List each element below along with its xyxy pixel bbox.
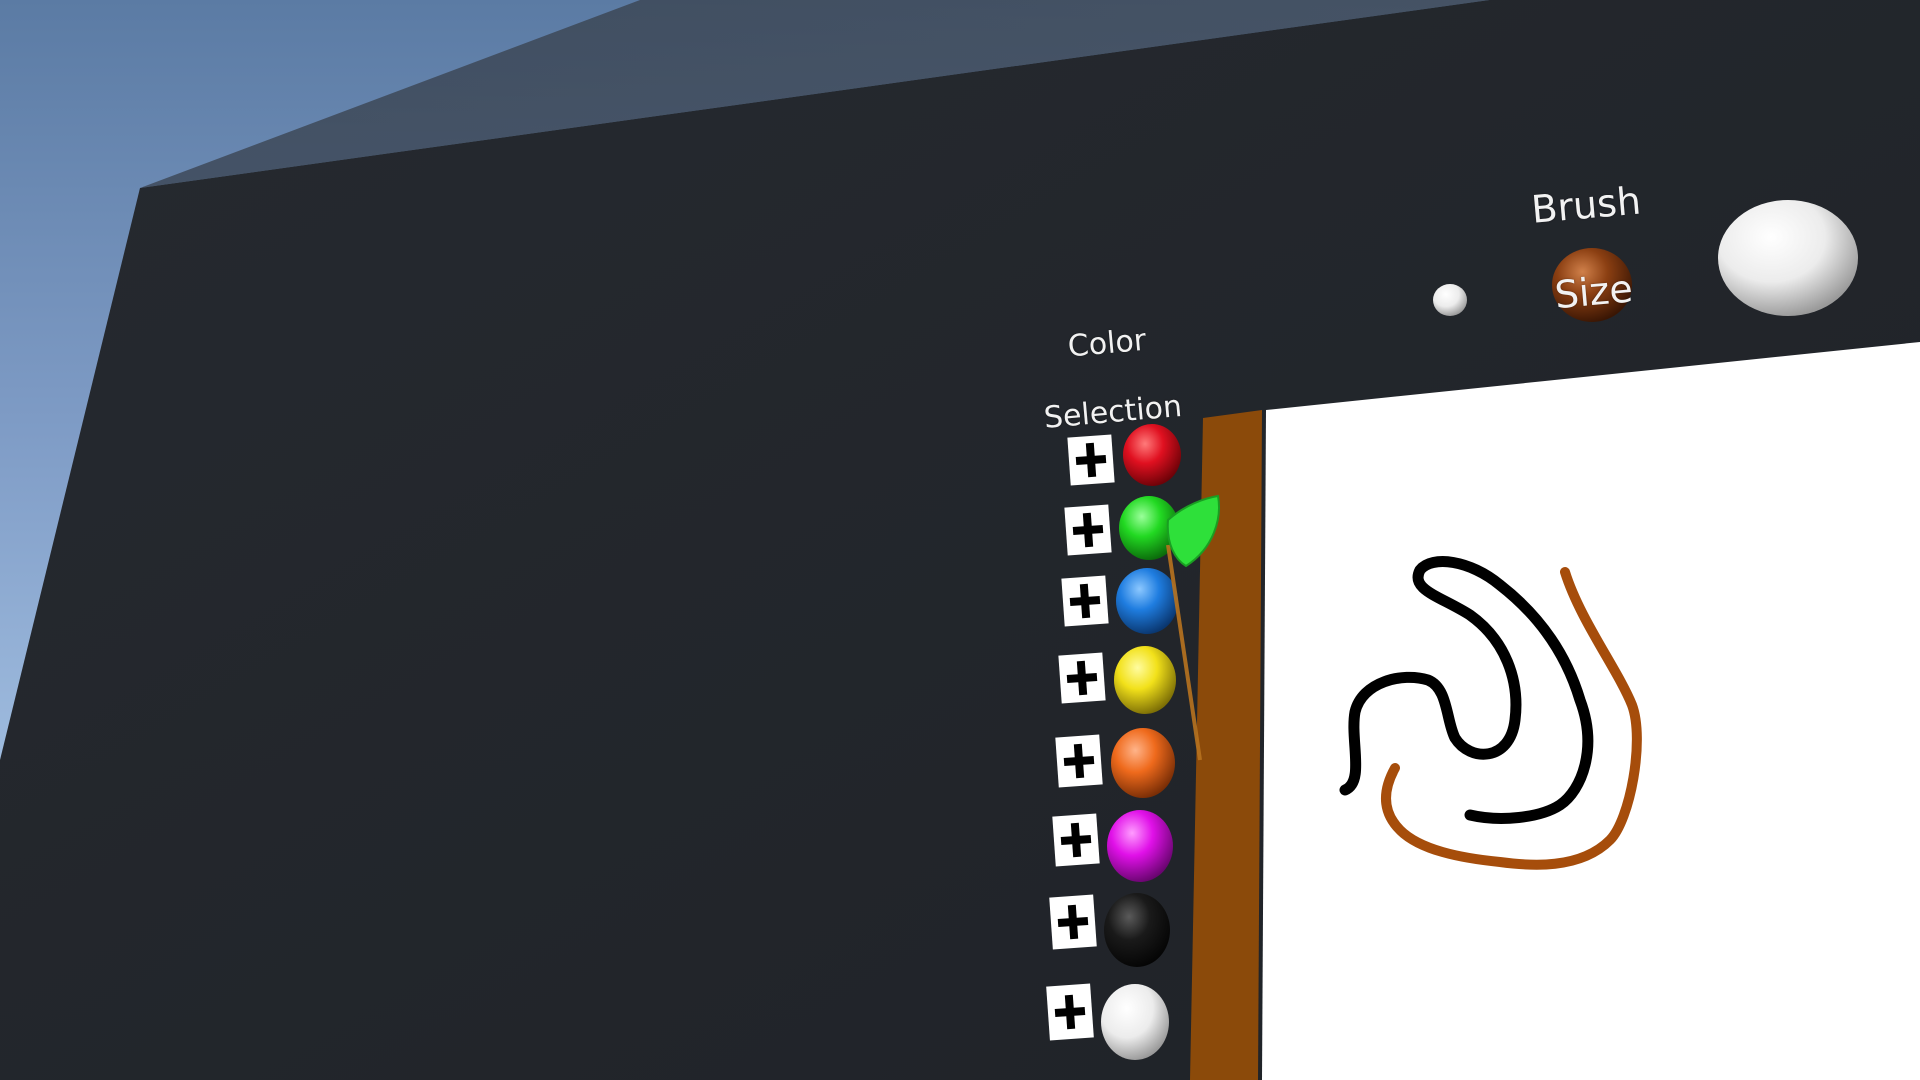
add-color-button-yellow[interactable]: [1058, 652, 1106, 704]
add-color-button-white[interactable]: [1046, 983, 1094, 1041]
color-sphere-blue[interactable]: [1116, 568, 1178, 634]
add-color-button-blue[interactable]: [1061, 575, 1109, 627]
color-selection-title-line2: Selection: [1042, 388, 1184, 436]
add-color-button-black[interactable]: [1049, 894, 1097, 950]
color-selection-title: Color Selection: [1028, 286, 1192, 471]
color-sphere-white[interactable]: [1101, 984, 1169, 1060]
vr-scene: Color Selection Brush Size: [0, 0, 1920, 1080]
add-color-button-orange[interactable]: [1055, 734, 1103, 788]
brush-size-small[interactable]: [1433, 284, 1467, 316]
brush-size-title-line1: Brush: [1529, 178, 1643, 232]
color-sphere-black[interactable]: [1104, 893, 1170, 967]
color-sphere-orange[interactable]: [1111, 728, 1175, 798]
color-sphere-yellow[interactable]: [1114, 646, 1176, 714]
color-selection-title-line1: Color: [1066, 322, 1148, 364]
brush-size-title: Brush Size: [1501, 133, 1679, 365]
color-sphere-magenta[interactable]: [1107, 810, 1173, 882]
brush-size-title-line2: Size: [1552, 266, 1635, 318]
add-color-button-magenta[interactable]: [1052, 813, 1100, 867]
add-color-button-green[interactable]: [1064, 504, 1112, 556]
brush-size-large[interactable]: [1718, 200, 1858, 316]
